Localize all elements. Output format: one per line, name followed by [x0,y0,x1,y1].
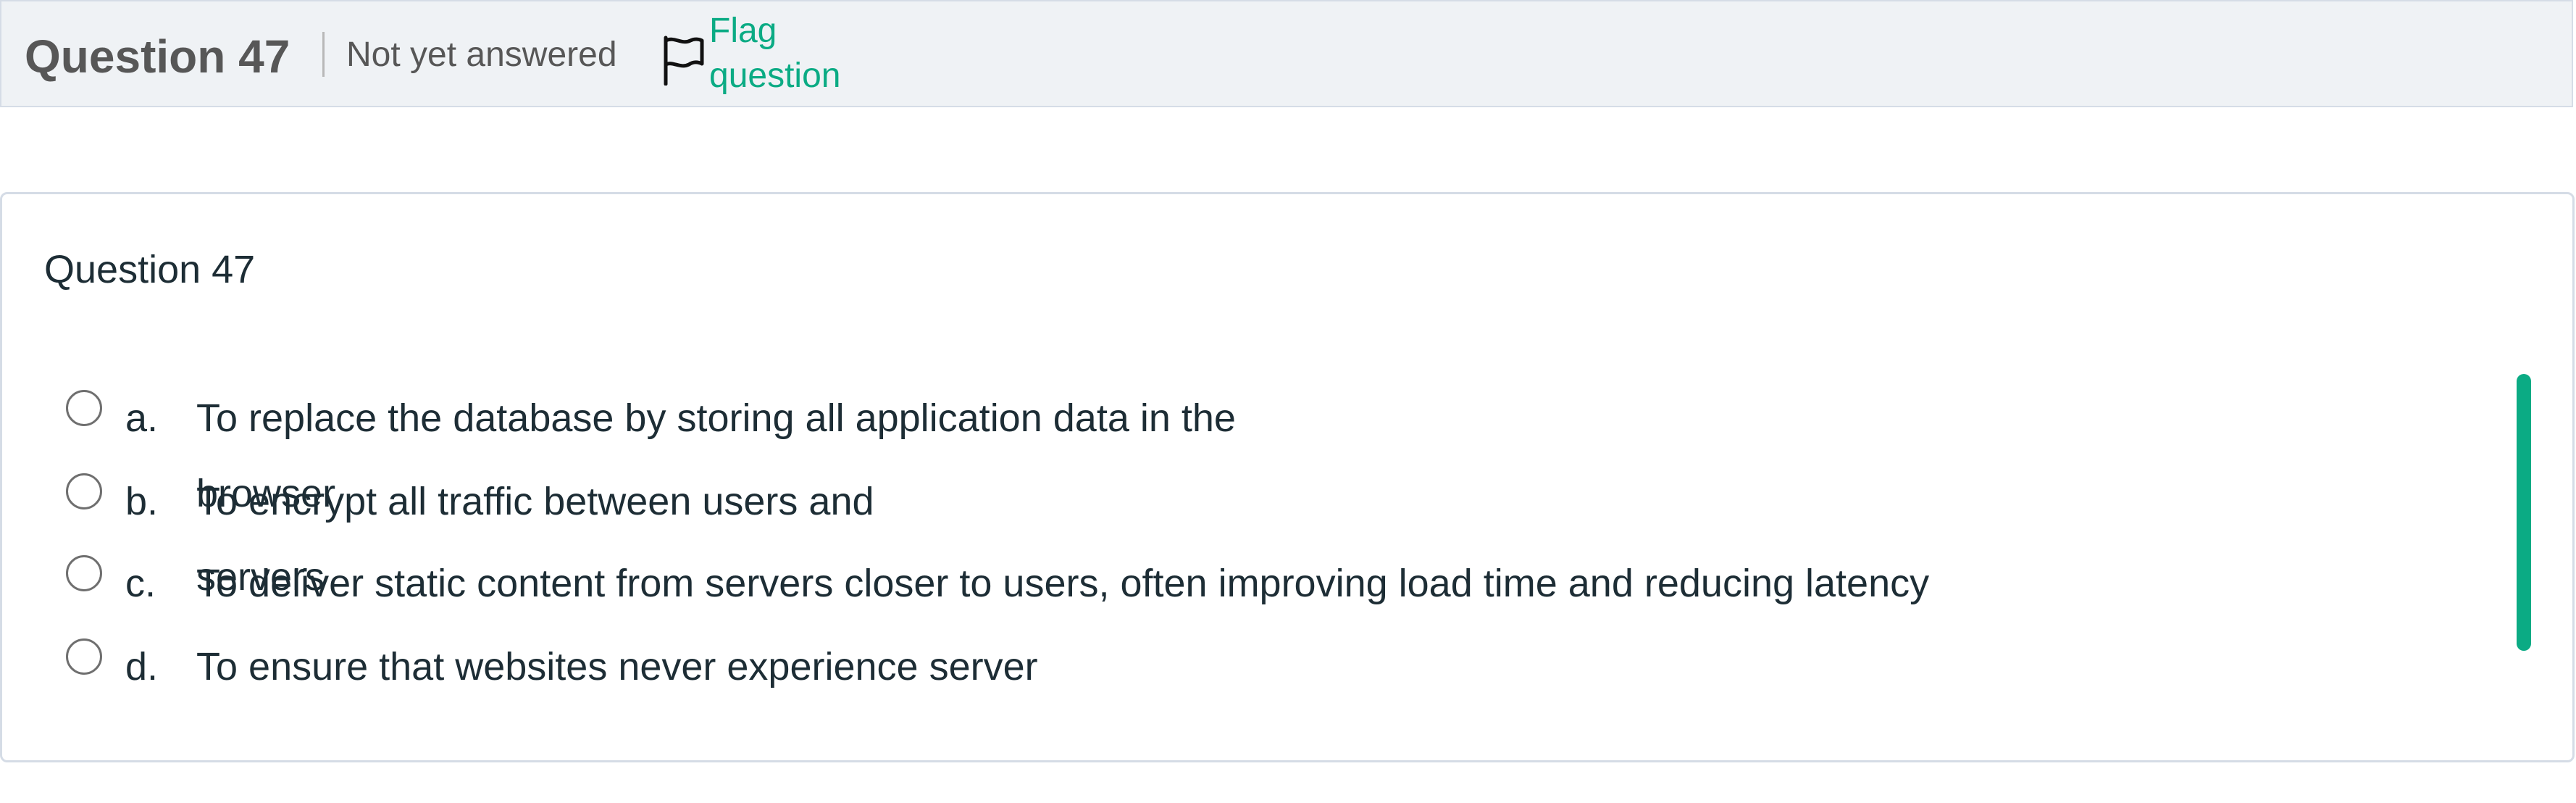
header-divider [322,32,325,77]
radio-button[interactable] [66,473,102,509]
answer-option-b[interactable]: b. To encrypt all traffic between users … [2,473,2393,599]
answer-letter: c. [125,562,156,605]
answer-option-c[interactable]: c. To deliver static content from server… [2,555,2393,635]
answer-letter: a. [125,396,159,440]
question-title: Question 47 [44,248,256,291]
radio-button[interactable] [66,638,102,675]
answer-text: To ensure that websites never experience… [196,645,1038,688]
question-card: Question 47 a. To replace the database b… [0,192,2575,762]
vertical-scrollbar[interactable] [2517,374,2531,651]
answer-option-d[interactable]: d. To ensure that websites never experie… [2,638,2393,718]
radio-button[interactable] [66,390,102,426]
answer-option-a[interactable]: a. To replace the database by storing al… [2,390,2393,515]
question-info-bar: Question 47 Not yet answered Flag questi… [0,0,2573,107]
radio-button[interactable] [66,555,102,591]
answer-letter: d. [125,645,159,688]
flag-question-label: Flag question [709,12,841,95]
question-number: Question 47 [25,30,290,83]
question-state: Not yet answered [346,36,617,74]
answer-letter: b. [125,480,159,523]
flag-icon [664,36,704,86]
answer-text: To deliver static content from servers c… [196,562,1930,605]
